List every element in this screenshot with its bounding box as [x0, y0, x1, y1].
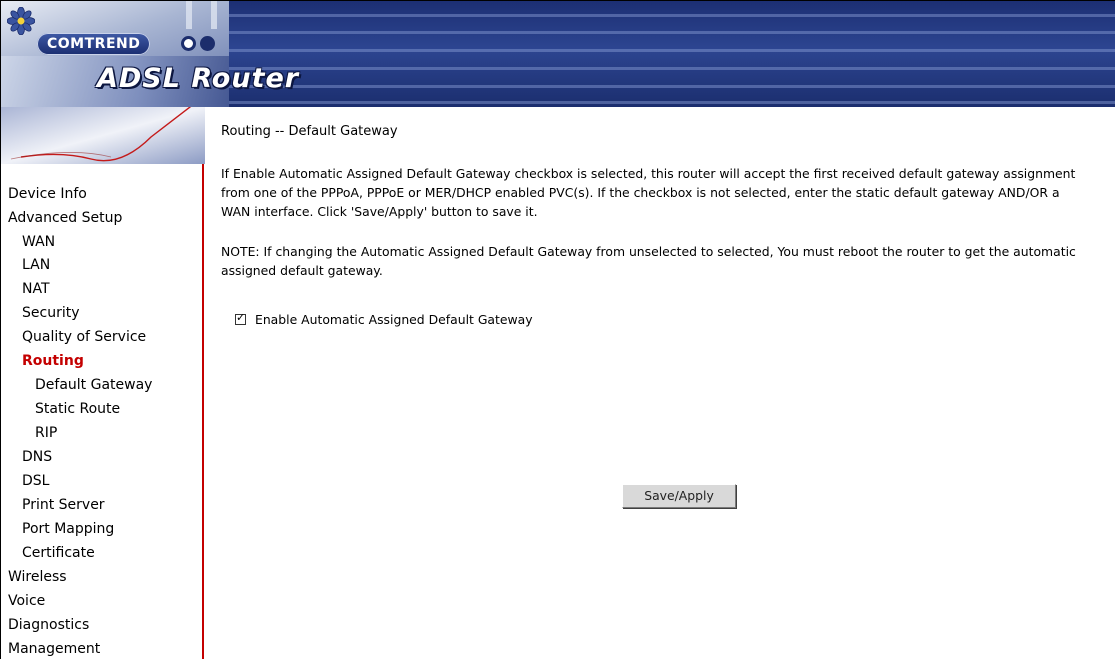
logo-ring-icon [181, 36, 196, 51]
sidebar-item-port-mapping[interactable]: Port Mapping [22, 521, 114, 537]
sidebar-item-quality-of-service[interactable]: Quality of Service [22, 329, 146, 345]
side-decoration [0, 107, 205, 164]
sidebar-item-wireless[interactable]: Wireless [8, 569, 67, 585]
signal-wave-icon [1, 107, 205, 164]
sidebar-item-lan[interactable]: LAN [22, 257, 50, 273]
logo-dot-icon [200, 36, 215, 51]
sidebar-item-dns[interactable]: DNS [22, 449, 52, 465]
sidebar-item-rip[interactable]: RIP [35, 425, 57, 441]
sidebar-item-device-info[interactable]: Device Info [8, 186, 87, 202]
sidebar-item-voice[interactable]: Voice [8, 593, 45, 609]
sidebar-item-diagnostics[interactable]: Diagnostics [8, 617, 89, 633]
header-banner: COMTREND ADSL Router [0, 0, 1115, 107]
sidebar-item-advanced-setup[interactable]: Advanced Setup [8, 210, 122, 226]
comtrend-flower-icon [7, 7, 35, 35]
auto-gateway-label: Enable Automatic Assigned Default Gatewa… [255, 312, 533, 327]
sidebar-item-print-server[interactable]: Print Server [22, 497, 105, 513]
auto-gateway-checkbox[interactable] [235, 311, 246, 325]
note-text: NOTE: If changing the Automatic Assigned… [221, 244, 1076, 278]
page-title: Routing -- Default Gateway [221, 124, 398, 139]
sidebar-item-security[interactable]: Security [22, 305, 80, 321]
sidebar-item-management[interactable]: Management [8, 641, 100, 657]
sidebar-item-routing[interactable]: Routing [22, 353, 84, 369]
save-apply-button[interactable]: Save/Apply [622, 484, 736, 508]
sidebar-nav: Device Info Advanced Setup WAN LAN NAT Securi… [0, 164, 204, 659]
sidebar-item-static-route[interactable]: Static Route [35, 401, 120, 417]
product-title: ADSL Router [97, 63, 300, 94]
sidebar-item-nat[interactable]: NAT [22, 281, 50, 297]
sidebar-item-dsl[interactable]: DSL [22, 473, 49, 489]
sidebar-item-wan[interactable]: WAN [22, 234, 55, 250]
description-text: If Enable Automatic Assigned Default Gat… [221, 166, 1076, 219]
auto-gateway-option[interactable]: Enable Automatic Assigned Default Gatewa… [235, 311, 533, 327]
sidebar-item-certificate[interactable]: Certificate [22, 545, 95, 561]
comtrend-logo: COMTREND [37, 33, 151, 55]
sidebar-item-default-gateway[interactable]: Default Gateway [35, 377, 152, 393]
